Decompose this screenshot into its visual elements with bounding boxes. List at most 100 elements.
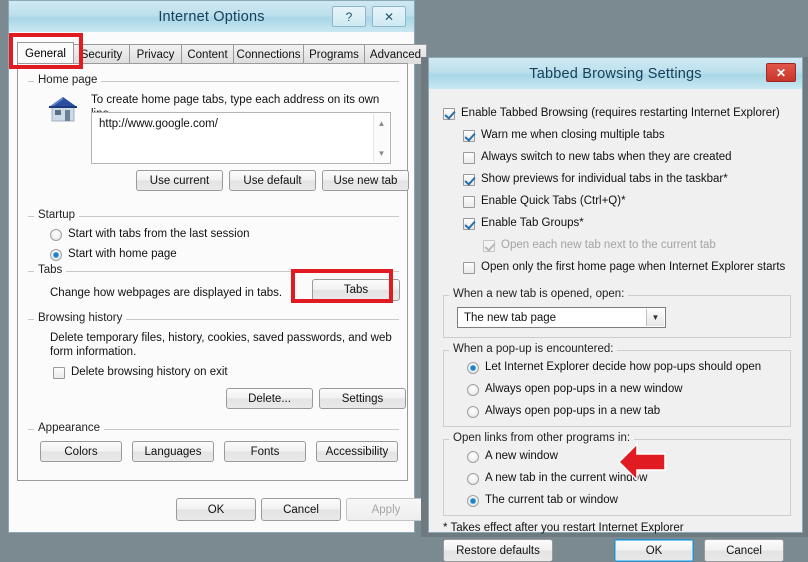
languages-button[interactable]: Languages bbox=[132, 441, 214, 462]
checkbox-open-new-tab-next-to-current: Open each new tab next to the current ta… bbox=[483, 239, 716, 252]
radio-label: A new window bbox=[485, 450, 558, 462]
apply-button: Apply bbox=[346, 498, 426, 521]
use-default-button[interactable]: Use default bbox=[229, 170, 316, 191]
tab-advanced[interactable]: Advanced bbox=[364, 44, 427, 64]
use-current-button[interactable]: Use current bbox=[136, 170, 223, 191]
checkbox-icon[interactable] bbox=[53, 367, 65, 379]
scroll-up-icon[interactable]: ▲ bbox=[374, 116, 389, 130]
tab-general[interactable]: General bbox=[17, 42, 74, 64]
radio-label: The current tab or window bbox=[485, 494, 618, 506]
help-button[interactable]: ? bbox=[332, 6, 366, 27]
ok-button[interactable]: OK bbox=[176, 498, 256, 521]
cancel-button[interactable]: Cancel bbox=[261, 498, 341, 521]
tabbed-browsing-body: Enable Tabbed Browsing (requires restart… bbox=[429, 89, 802, 562]
delete-button[interactable]: Delete... bbox=[226, 388, 313, 409]
internet-options-dialog: Internet Options ? ✕ General Security Pr… bbox=[8, 0, 427, 533]
radio-let-ie-decide[interactable]: Let Internet Explorer decide how pop-ups… bbox=[467, 361, 761, 374]
checkbox-enable-quick-tabs[interactable]: Enable Quick Tabs (Ctrl+Q)* bbox=[463, 195, 626, 208]
new-tab-group: When a new tab is opened, open: The new … bbox=[443, 288, 791, 338]
radio-icon[interactable] bbox=[467, 406, 479, 418]
checkbox-icon[interactable] bbox=[443, 108, 455, 120]
chevron-down-icon[interactable]: ▼ bbox=[646, 309, 664, 326]
radio-start-with-home-page[interactable]: Start with home page bbox=[50, 248, 177, 261]
checkbox-enable-tab-groups[interactable]: Enable Tab Groups* bbox=[463, 217, 584, 230]
tabs-button[interactable]: Tabs bbox=[312, 279, 400, 301]
home-icon bbox=[49, 97, 77, 122]
use-new-tab-button[interactable]: Use new tab bbox=[322, 170, 409, 191]
tab-programs[interactable]: Programs bbox=[303, 44, 365, 64]
checkbox-icon[interactable] bbox=[463, 262, 475, 274]
tab-connections[interactable]: Connections bbox=[233, 44, 304, 64]
fonts-button[interactable]: Fonts bbox=[224, 441, 306, 462]
colors-button[interactable]: Colors bbox=[40, 441, 122, 462]
radio-icon[interactable] bbox=[467, 384, 479, 396]
radio-new-tab-current-window[interactable]: A new tab in the current window bbox=[467, 472, 647, 485]
checkbox-icon[interactable] bbox=[463, 174, 475, 186]
checkbox-label: Enable Quick Tabs (Ctrl+Q)* bbox=[481, 195, 626, 207]
radio-popups-new-tab[interactable]: Always open pop-ups in a new tab bbox=[467, 405, 660, 418]
checkbox-open-only-first-home-page[interactable]: Open only the first home page when Inter… bbox=[463, 261, 785, 274]
radio-start-with-tabs[interactable]: Start with tabs from the last session bbox=[50, 228, 250, 241]
address-scrollbar[interactable]: ▲ ▼ bbox=[373, 114, 389, 162]
checkbox-icon[interactable] bbox=[463, 152, 475, 164]
tabs-group-label: Tabs bbox=[34, 264, 67, 276]
restore-defaults-button[interactable]: Restore defaults bbox=[443, 539, 553, 562]
home-page-address-value: http://www.google.com/ bbox=[99, 118, 218, 130]
tabbed-browsing-titlebar: Tabbed Browsing Settings ✕ bbox=[429, 58, 802, 89]
radio-icon[interactable] bbox=[467, 362, 479, 374]
appearance-group-label: Appearance bbox=[34, 422, 105, 434]
page-title: Internet Options bbox=[158, 8, 265, 25]
radio-icon[interactable] bbox=[467, 473, 479, 485]
radio-label: Always open pop-ups in a new tab bbox=[485, 405, 661, 417]
checkbox-label: Open each new tab next to the current ta… bbox=[501, 239, 716, 251]
checkbox-icon[interactable] bbox=[463, 196, 475, 208]
cancel-button[interactable]: Cancel bbox=[704, 539, 784, 562]
ok-button[interactable]: OK bbox=[614, 539, 694, 562]
tab-content[interactable]: Content bbox=[181, 44, 234, 64]
radio-icon[interactable] bbox=[50, 229, 62, 241]
close-icon[interactable]: ✕ bbox=[372, 6, 406, 27]
radio-a-new-window[interactable]: A new window bbox=[467, 450, 558, 463]
radio-label: Always open pop-ups in a new window bbox=[485, 383, 683, 395]
checkbox-label: Always switch to new tabs when they are … bbox=[481, 151, 732, 163]
checkbox-label: Warn me when closing multiple tabs bbox=[481, 129, 665, 141]
tabs-description: Change how webpages are displayed in tab… bbox=[50, 287, 283, 299]
startup-group-label: Startup bbox=[34, 209, 80, 221]
close-icon[interactable]: ✕ bbox=[766, 63, 796, 82]
checkbox-show-previews-taskbar[interactable]: Show previews for individual tabs in the… bbox=[463, 173, 728, 186]
startup-group: Startup Start with tabs from the last se… bbox=[28, 209, 399, 264]
internet-options-titlebar: Internet Options ? ✕ bbox=[9, 1, 414, 32]
new-tab-select[interactable]: The new tab page ▼ bbox=[457, 307, 666, 328]
footnote: * Takes effect after you restart Interne… bbox=[443, 522, 684, 534]
radio-icon[interactable] bbox=[467, 451, 479, 463]
radio-icon[interactable] bbox=[50, 249, 62, 261]
radio-label: Let Internet Explorer decide how pop-ups… bbox=[485, 361, 762, 373]
checkbox-icon[interactable] bbox=[463, 130, 475, 142]
checkbox-icon[interactable] bbox=[463, 218, 475, 230]
radio-label: Start with home page bbox=[68, 248, 177, 260]
checkbox-always-switch-new-tabs[interactable]: Always switch to new tabs when they are … bbox=[463, 151, 732, 164]
checkbox-label: Enable Tab Groups* bbox=[481, 217, 584, 229]
checkbox-warn-closing-multiple-tabs[interactable]: Warn me when closing multiple tabs bbox=[463, 129, 665, 142]
checkbox-delete-history-on-exit[interactable]: Delete browsing history on exit bbox=[53, 366, 228, 379]
home-page-address-input[interactable]: http://www.google.com/ ▲ ▼ bbox=[91, 112, 391, 164]
radio-current-tab-or-window[interactable]: The current tab or window bbox=[467, 494, 618, 507]
tabs-group: Tabs Change how webpages are displayed i… bbox=[28, 264, 400, 309]
browsing-history-description-line2: form information. bbox=[50, 346, 137, 358]
radio-label: A new tab in the current window bbox=[485, 472, 648, 484]
checkbox-enable-tabbed-browsing[interactable]: Enable Tabbed Browsing (requires restart… bbox=[443, 107, 780, 120]
general-tab-pane: Home page To create home page tabs, type… bbox=[17, 63, 409, 481]
tab-security[interactable]: Security bbox=[73, 44, 130, 64]
radio-icon[interactable] bbox=[467, 495, 479, 507]
home-page-group-label: Home page bbox=[34, 74, 102, 86]
group-divider bbox=[28, 216, 399, 217]
radio-popups-new-window[interactable]: Always open pop-ups in a new window bbox=[467, 383, 683, 396]
new-tab-select-value: The new tab page bbox=[464, 311, 557, 324]
tab-strip: General Security Privacy Content Connect… bbox=[17, 42, 427, 64]
home-page-group: Home page To create home page tabs, type… bbox=[28, 74, 409, 191]
tab-privacy[interactable]: Privacy bbox=[129, 44, 182, 64]
scroll-down-icon[interactable]: ▼ bbox=[374, 146, 389, 160]
accessibility-button[interactable]: Accessibility bbox=[316, 441, 398, 462]
group-divider bbox=[28, 271, 399, 272]
settings-button[interactable]: Settings bbox=[319, 388, 406, 409]
